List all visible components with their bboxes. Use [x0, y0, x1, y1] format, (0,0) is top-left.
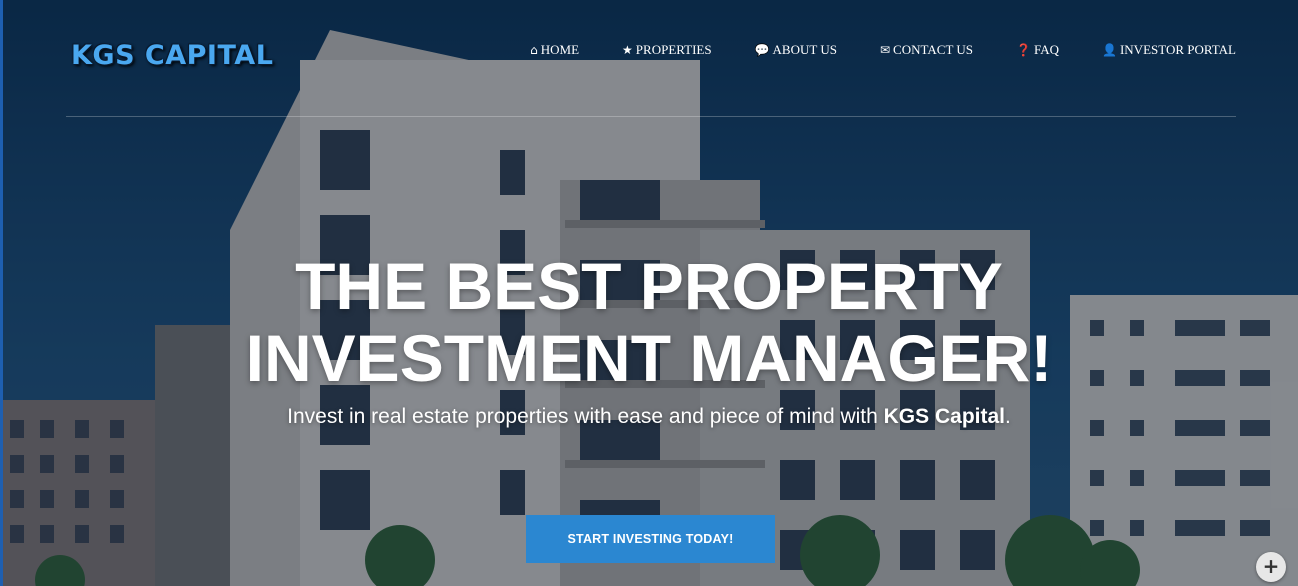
nav-item-label: CONTACT US [893, 42, 974, 57]
home-icon: ⌂ [530, 43, 538, 57]
brand-logo[interactable]: KGS CAPITAL [71, 40, 273, 71]
envelope-icon: ✉ [879, 43, 891, 57]
plus-icon[interactable]: + [1256, 552, 1286, 582]
hero-headline-line2: INVESTMENT MANAGER! [245, 321, 1053, 395]
hero-headline: THE BEST PROPERTY INVESTMENT MANAGER! [0, 250, 1298, 394]
subline-text: Invest in real estate properties with ea… [287, 405, 884, 428]
star-icon: ★ [622, 43, 633, 57]
nav-item-about-us[interactable]: 💬 ABOUT US [755, 42, 837, 58]
nav-item-faq[interactable]: ❓ FAQ [1016, 42, 1059, 58]
hero-subheadline: Invest in real estate properties with ea… [0, 405, 1298, 429]
user-icon: 👤 [1102, 43, 1117, 57]
subline-brand: KGS Capital [883, 405, 1005, 428]
comment-icon: 💬 [754, 43, 770, 57]
subline-period: . [1005, 405, 1011, 428]
nav-item-home[interactable]: ⌂ HOME [530, 42, 579, 58]
nav-item-investor-portal[interactable]: 👤 INVESTOR PORTAL [1102, 42, 1236, 58]
nav-item-properties[interactable]: ★ PROPERTIES [622, 42, 712, 58]
nav-item-label: PROPERTIES [635, 42, 712, 57]
nav-item-label: INVESTOR PORTAL [1119, 42, 1236, 57]
nav-item-contact-us[interactable]: ✉ CONTACT US [880, 42, 973, 58]
hero-section: KGS CAPITAL ⌂ HOME ★ PROPERTIES 💬 ABOUT … [0, 0, 1298, 586]
nav-menu: ⌂ HOME ★ PROPERTIES 💬 ABOUT US ✉ CONTACT… [487, 42, 1236, 58]
nav-item-label: FAQ [1033, 42, 1060, 57]
nav-divider [66, 116, 1236, 117]
question-circle-icon: ❓ [1016, 43, 1031, 57]
top-navigation: KGS CAPITAL ⌂ HOME ★ PROPERTIES 💬 ABOUT … [66, 30, 1236, 71]
nav-item-label: ABOUT US [772, 42, 837, 57]
nav-item-label: HOME [540, 42, 580, 57]
hero-headline-line1: THE BEST PROPERTY [295, 249, 1003, 323]
start-investing-button[interactable]: START INVESTING TODAY! [526, 515, 775, 563]
